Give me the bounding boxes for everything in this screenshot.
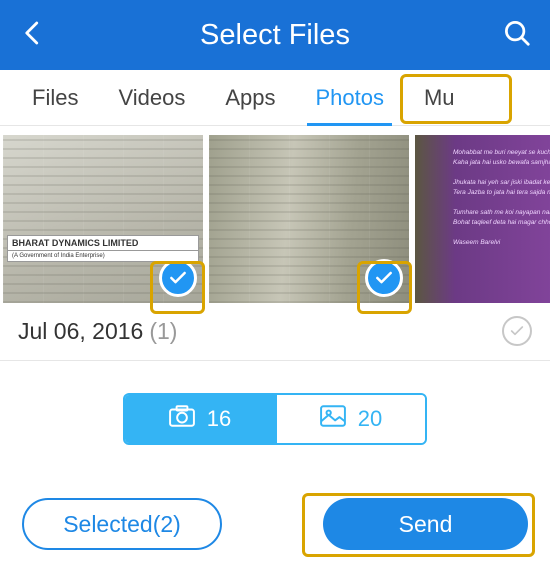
- camera-count: 16: [207, 406, 231, 432]
- photo-thumbnail[interactable]: Mohabbat me buri neeyat se kuch socha na…: [415, 135, 550, 303]
- header-title: Select Files: [200, 19, 350, 52]
- date-section-header[interactable]: Jul 06, 2016 (1): [0, 306, 550, 361]
- thumb-text-overlay: BHARAT DYNAMICS LIMITED: [7, 235, 199, 251]
- camera-count-segment[interactable]: 16: [125, 395, 275, 443]
- camera-icon: [169, 405, 195, 433]
- tab-files[interactable]: Files: [12, 70, 98, 126]
- tab-videos[interactable]: Videos: [98, 70, 205, 126]
- tab-apps[interactable]: Apps: [205, 70, 295, 126]
- selected-check-icon[interactable]: [365, 259, 403, 297]
- back-arrow-icon[interactable]: [18, 18, 48, 53]
- selected-button[interactable]: Selected(2): [22, 498, 222, 550]
- date-count: (1): [149, 318, 177, 345]
- counter-bar: 16 20: [0, 393, 550, 445]
- tab-bar: Files Videos Apps Photos Mu: [0, 70, 550, 126]
- gallery-count-segment[interactable]: 20: [275, 395, 425, 443]
- search-icon[interactable]: [502, 18, 532, 53]
- photo-thumbnail[interactable]: BHARAT DYNAMICS LIMITED (A Government of…: [3, 135, 203, 303]
- gallery-icon: [320, 405, 346, 433]
- photo-thumbnail[interactable]: [209, 135, 409, 303]
- bottom-row: Selected(2) Send: [0, 498, 550, 550]
- tab-photos[interactable]: Photos: [295, 70, 404, 126]
- tab-music-partial[interactable]: Mu: [404, 70, 455, 126]
- select-all-check-icon[interactable]: [502, 316, 532, 346]
- date-label: Jul 06, 2016: [18, 318, 143, 345]
- selected-check-icon[interactable]: [159, 259, 197, 297]
- photo-grid: BHARAT DYNAMICS LIMITED (A Government of…: [0, 132, 550, 306]
- gallery-count: 20: [358, 406, 382, 432]
- send-button[interactable]: Send: [323, 498, 528, 550]
- header: Select Files: [0, 0, 550, 70]
